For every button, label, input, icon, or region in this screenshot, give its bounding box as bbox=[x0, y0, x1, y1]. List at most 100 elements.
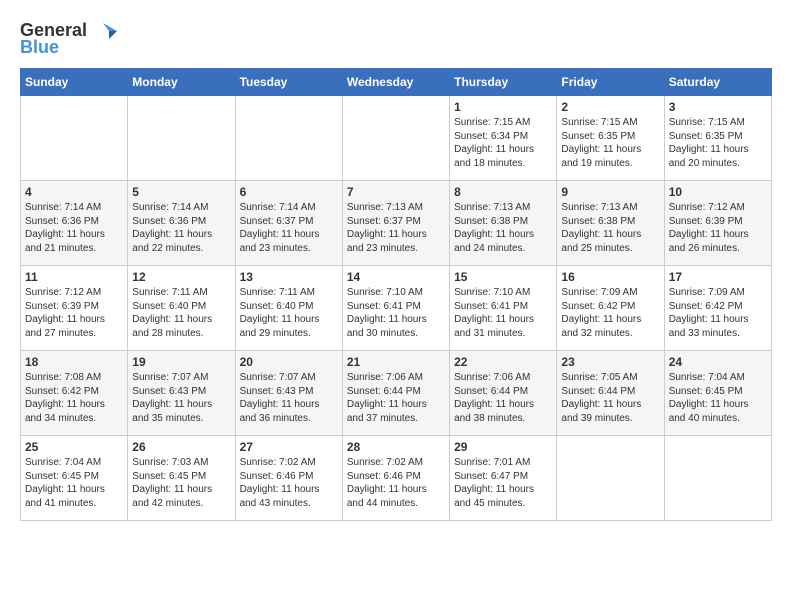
calendar-week-row: 11Sunrise: 7:12 AMSunset: 6:39 PMDayligh… bbox=[21, 266, 772, 351]
weekday-header: Saturday bbox=[664, 69, 771, 96]
weekday-header: Sunday bbox=[21, 69, 128, 96]
calendar-cell: 25 Sunrise: 7:04 AMSunset: 6:45 PMDayligh… bbox=[21, 436, 128, 521]
calendar-cell bbox=[342, 96, 449, 181]
day-number: 13 bbox=[240, 270, 338, 284]
calendar-cell: 3Sunrise: 7:15 AMSunset: 6:35 PMDaylight… bbox=[664, 96, 771, 181]
day-number: 3 bbox=[669, 100, 767, 114]
calendar-cell: 7 Sunrise: 7:13 AMSunset: 6:37 PMDaylight… bbox=[342, 181, 449, 266]
day-info: Sunrise: 7:15 AMSunset: 6:35 PMDaylight:… bbox=[561, 116, 659, 170]
day-info: Sunrise: 7:08 AMSunset: 6:42 PMDaylight:… bbox=[25, 371, 123, 425]
day-number: 26 bbox=[132, 440, 230, 454]
day-number: 10 bbox=[669, 185, 767, 199]
calendar-cell: 17 Sunrise: 7:09 AMSunset: 6:42 PMDayligh… bbox=[664, 266, 771, 351]
day-number: 23 bbox=[561, 355, 659, 369]
day-info: Sunrise: 7:07 AMSunset: 6:43 PMDaylight:… bbox=[240, 371, 338, 425]
calendar-body: 1 Sunrise: 7:15 AMSunset: 6:34 PMDaylight… bbox=[21, 96, 772, 521]
day-number: 27 bbox=[240, 440, 338, 454]
calendar-cell: 19 Sunrise: 7:07 AMSunset: 6:43 PMDayligh… bbox=[128, 351, 235, 436]
calendar-cell bbox=[21, 96, 128, 181]
day-number: 15 bbox=[454, 270, 552, 284]
day-info: Sunrise: 7:05 AMSunset: 6:44 PMDaylight:… bbox=[561, 371, 659, 425]
day-info: Sunrise: 7:14 AMSunset: 6:37 PMDaylight:… bbox=[240, 201, 338, 255]
day-info: Sunrise: 7:11 AMSunset: 6:40 PMDaylight:… bbox=[240, 286, 338, 340]
day-number: 5 bbox=[132, 185, 230, 199]
day-number: 21 bbox=[347, 355, 445, 369]
day-info: Sunrise: 7:03 AMSunset: 6:45 PMDaylight:… bbox=[132, 456, 230, 510]
calendar-week-row: 1 Sunrise: 7:15 AMSunset: 6:34 PMDaylight… bbox=[21, 96, 772, 181]
day-info: Sunrise: 7:10 AMSunset: 6:41 PMDaylight:… bbox=[454, 286, 552, 340]
day-info: Sunrise: 7:14 AMSunset: 6:36 PMDaylight:… bbox=[132, 201, 230, 255]
day-info: Sunrise: 7:09 AMSunset: 6:42 PMDaylight:… bbox=[561, 286, 659, 340]
day-number: 25 bbox=[25, 440, 123, 454]
day-number: 18 bbox=[25, 355, 123, 369]
day-number: 20 bbox=[240, 355, 338, 369]
day-number: 16 bbox=[561, 270, 659, 284]
calendar-week-row: 4 Sunrise: 7:14 AMSunset: 6:36 PMDaylight… bbox=[21, 181, 772, 266]
calendar-cell: 11Sunrise: 7:12 AMSunset: 6:39 PMDayligh… bbox=[21, 266, 128, 351]
day-info: Sunrise: 7:15 AMSunset: 6:34 PMDaylight:… bbox=[454, 116, 552, 170]
calendar-cell: 1 Sunrise: 7:15 AMSunset: 6:34 PMDaylight… bbox=[450, 96, 557, 181]
weekday-header: Friday bbox=[557, 69, 664, 96]
day-info: Sunrise: 7:04 AMSunset: 6:45 PMDaylight:… bbox=[669, 371, 767, 425]
day-number: 7 bbox=[347, 185, 445, 199]
logo-text-block: General Blue bbox=[20, 20, 117, 58]
calendar-cell: 23 Sunrise: 7:05 AMSunset: 6:44 PMDayligh… bbox=[557, 351, 664, 436]
day-info: Sunrise: 7:13 AMSunset: 6:37 PMDaylight:… bbox=[347, 201, 445, 255]
weekday-header: Thursday bbox=[450, 69, 557, 96]
calendar-cell: 20 Sunrise: 7:07 AMSunset: 6:43 PMDayligh… bbox=[235, 351, 342, 436]
day-number: 2 bbox=[561, 100, 659, 114]
day-info: Sunrise: 7:11 AMSunset: 6:40 PMDaylight:… bbox=[132, 286, 230, 340]
calendar-cell bbox=[235, 96, 342, 181]
calendar-cell: 14Sunrise: 7:10 AMSunset: 6:41 PMDayligh… bbox=[342, 266, 449, 351]
weekday-header: Monday bbox=[128, 69, 235, 96]
calendar-cell: 13 Sunrise: 7:11 AMSunset: 6:40 PMDayligh… bbox=[235, 266, 342, 351]
calendar-cell: 16 Sunrise: 7:09 AMSunset: 6:42 PMDayligh… bbox=[557, 266, 664, 351]
calendar-cell: 12 Sunrise: 7:11 AMSunset: 6:40 PMDayligh… bbox=[128, 266, 235, 351]
calendar-cell: 26 Sunrise: 7:03 AMSunset: 6:45 PMDayligh… bbox=[128, 436, 235, 521]
day-number: 1 bbox=[454, 100, 552, 114]
calendar-cell: 22 Sunrise: 7:06 AMSunset: 6:44 PMDayligh… bbox=[450, 351, 557, 436]
day-number: 6 bbox=[240, 185, 338, 199]
logo-blue: Blue bbox=[20, 37, 59, 58]
calendar-cell bbox=[128, 96, 235, 181]
calendar-cell: 27Sunrise: 7:02 AMSunset: 6:46 PMDayligh… bbox=[235, 436, 342, 521]
calendar-cell bbox=[664, 436, 771, 521]
calendar-cell: 8 Sunrise: 7:13 AMSunset: 6:38 PMDaylight… bbox=[450, 181, 557, 266]
day-number: 29 bbox=[454, 440, 552, 454]
day-info: Sunrise: 7:04 AMSunset: 6:45 PMDaylight:… bbox=[25, 456, 123, 510]
calendar-cell: 2 Sunrise: 7:15 AMSunset: 6:35 PMDaylight… bbox=[557, 96, 664, 181]
calendar-cell: 29 Sunrise: 7:01 AMSunset: 6:47 PMDayligh… bbox=[450, 436, 557, 521]
day-number: 14 bbox=[347, 270, 445, 284]
calendar-header: SundayMondayTuesdayWednesdayThursdayFrid… bbox=[21, 69, 772, 96]
calendar-cell: 24 Sunrise: 7:04 AMSunset: 6:45 PMDayligh… bbox=[664, 351, 771, 436]
day-number: 11 bbox=[25, 270, 123, 284]
day-number: 9 bbox=[561, 185, 659, 199]
day-number: 17 bbox=[669, 270, 767, 284]
day-number: 12 bbox=[132, 270, 230, 284]
logo: General Blue bbox=[20, 20, 117, 58]
calendar-cell: 18 Sunrise: 7:08 AMSunset: 6:42 PMDayligh… bbox=[21, 351, 128, 436]
day-info: Sunrise: 7:09 AMSunset: 6:42 PMDaylight:… bbox=[669, 286, 767, 340]
day-info: Sunrise: 7:06 AMSunset: 6:44 PMDaylight:… bbox=[454, 371, 552, 425]
day-info: Sunrise: 7:01 AMSunset: 6:47 PMDaylight:… bbox=[454, 456, 552, 510]
weekday-row: SundayMondayTuesdayWednesdayThursdayFrid… bbox=[21, 69, 772, 96]
day-number: 22 bbox=[454, 355, 552, 369]
day-info: Sunrise: 7:13 AMSunset: 6:38 PMDaylight:… bbox=[454, 201, 552, 255]
day-number: 8 bbox=[454, 185, 552, 199]
day-info: Sunrise: 7:12 AMSunset: 6:39 PMDaylight:… bbox=[669, 201, 767, 255]
calendar-cell: 10 Sunrise: 7:12 AMSunset: 6:39 PMDayligh… bbox=[664, 181, 771, 266]
page-header: General Blue bbox=[20, 20, 772, 58]
logo-bird-icon bbox=[89, 21, 117, 41]
day-info: Sunrise: 7:06 AMSunset: 6:44 PMDaylight:… bbox=[347, 371, 445, 425]
day-info: Sunrise: 7:14 AMSunset: 6:36 PMDaylight:… bbox=[25, 201, 123, 255]
day-info: Sunrise: 7:13 AMSunset: 6:38 PMDaylight:… bbox=[561, 201, 659, 255]
calendar-cell: 4 Sunrise: 7:14 AMSunset: 6:36 PMDaylight… bbox=[21, 181, 128, 266]
day-info: Sunrise: 7:07 AMSunset: 6:43 PMDaylight:… bbox=[132, 371, 230, 425]
calendar-cell: 15 Sunrise: 7:10 AMSunset: 6:41 PMDayligh… bbox=[450, 266, 557, 351]
day-number: 4 bbox=[25, 185, 123, 199]
calendar-cell: 28Sunrise: 7:02 AMSunset: 6:46 PMDayligh… bbox=[342, 436, 449, 521]
calendar-cell: 9 Sunrise: 7:13 AMSunset: 6:38 PMDaylight… bbox=[557, 181, 664, 266]
day-number: 19 bbox=[132, 355, 230, 369]
calendar-cell: 6 Sunrise: 7:14 AMSunset: 6:37 PMDaylight… bbox=[235, 181, 342, 266]
day-number: 24 bbox=[669, 355, 767, 369]
